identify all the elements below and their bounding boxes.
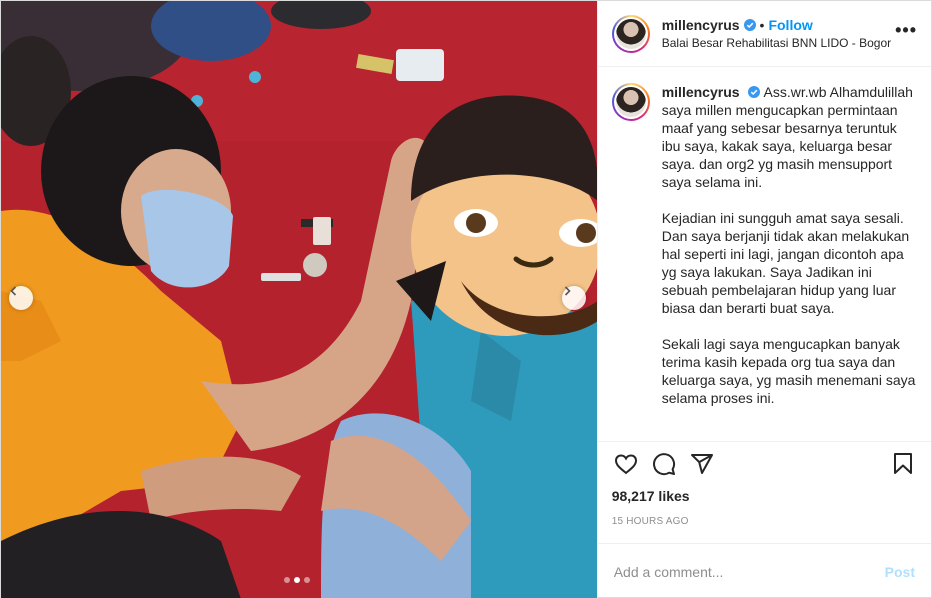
next-slide-button[interactable] (562, 286, 586, 310)
separator-dot: • (759, 17, 765, 33)
save-button[interactable] (889, 450, 917, 478)
caption-avatar[interactable] (611, 83, 650, 121)
follow-button[interactable]: Follow (768, 17, 812, 33)
previous-slide-button[interactable] (9, 286, 33, 310)
share-icon (690, 454, 713, 474)
like-button[interactable] (612, 450, 640, 478)
verified-badge-icon (743, 19, 756, 31)
verified-badge-icon (747, 86, 760, 98)
post-sidebar: millencyrus • Follow Balai Besar Rehabil… (596, 1, 931, 598)
carousel-dot (304, 577, 310, 583)
location-link[interactable]: Balai Besar Rehabilitasi BNN LIDO - Bogo… (662, 36, 891, 50)
post-timestamp[interactable]: 15 HOURS AGO (612, 516, 917, 527)
caption-paragraph: Sekali lagi saya mengucapkan banyak teri… (661, 336, 916, 406)
comment-input[interactable] (613, 563, 885, 580)
carousel-dot (284, 577, 290, 583)
avatar[interactable] (611, 14, 650, 53)
user-row: millencyrus • Follow (662, 17, 891, 33)
bookmark-icon (894, 453, 912, 474)
chevron-left-icon (10, 286, 17, 296)
post-photo[interactable] (1, 1, 597, 598)
caption-username[interactable]: millencyrus (662, 84, 740, 100)
caption-paragraph: millencyrus Ass.wr.wb Alhamdulillah saya … (662, 83, 917, 191)
more-options-icon[interactable]: ••• (895, 21, 917, 39)
post-header: millencyrus • Follow Balai Besar Rehabil… (597, 1, 931, 67)
chevron-right-icon (564, 286, 571, 296)
avatar-image (615, 18, 646, 49)
header-text: millencyrus • Follow Balai Besar Rehabil… (662, 17, 891, 50)
carousel-dot-active (294, 577, 300, 583)
caption-section: millencyrus Ass.wr.wb Alhamdulillah saya … (598, 67, 931, 441)
likes-count[interactable]: 98,217 likes (612, 488, 917, 504)
caption-paragraph: Kejadian ini sungguh amat saya sesali. D… (661, 210, 910, 316)
share-button[interactable] (688, 450, 716, 478)
carousel-indicator (284, 577, 310, 583)
comment-button[interactable] (650, 450, 678, 478)
action-bar (612, 442, 917, 486)
avatar-image (615, 87, 646, 117)
engagement-section: 98,217 likes 15 HOURS AGO (597, 441, 931, 543)
username-link[interactable]: millencyrus (662, 17, 740, 33)
post-comment-button[interactable]: Post (885, 564, 915, 580)
photo-illustration (1, 1, 597, 598)
instagram-post: millencyrus • Follow Balai Besar Rehabil… (0, 0, 932, 598)
heart-icon (614, 454, 637, 475)
comment-form: Post (597, 543, 931, 598)
comment-icon (652, 453, 675, 476)
caption-text: millencyrus Ass.wr.wb Alhamdulillah saya … (662, 83, 917, 441)
